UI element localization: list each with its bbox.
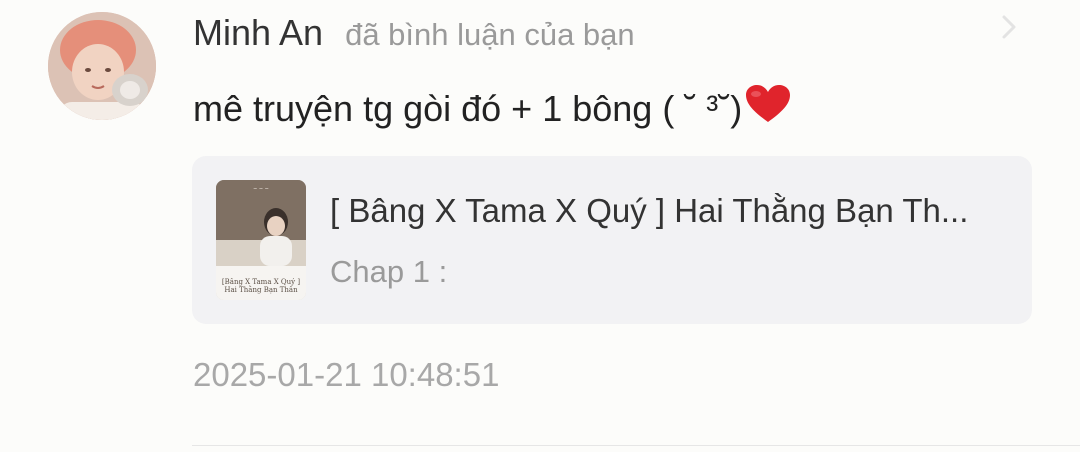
comment-body: mê truyện tg gòi đó + 1 bông ( ˘ ³˘) bbox=[193, 84, 792, 133]
comment-text: mê truyện tg gòi đó + 1 bông ( ˘ ³˘) bbox=[193, 88, 743, 129]
cover-caption: [Bâng X Tama X Quý ] Hai Thằng Bạn Thân bbox=[221, 278, 301, 294]
comment-notification[interactable]: Minh An đã bình luận của bạn mê truyện t… bbox=[0, 0, 1080, 452]
chevron-right-icon[interactable] bbox=[996, 14, 1022, 40]
divider bbox=[192, 445, 1080, 446]
profile-photo-icon bbox=[48, 12, 156, 120]
action-text: đã bình luận của bạn bbox=[345, 17, 635, 52]
svg-text:~ ~ ~: ~ ~ ~ bbox=[253, 186, 269, 192]
chapter-label: Chap 1 : bbox=[330, 254, 448, 289]
heart-emoji-icon bbox=[744, 84, 792, 133]
timestamp: 2025-01-21 10:48:51 bbox=[193, 356, 500, 393]
story-card[interactable]: ~ ~ ~ [Bâng X Tama X Quý ] Hai Thằng Bạn… bbox=[192, 156, 1032, 324]
notification-header: Minh An đã bình luận của bạn bbox=[193, 12, 635, 54]
story-cover: ~ ~ ~ [Bâng X Tama X Quý ] Hai Thằng Bạn… bbox=[216, 180, 306, 300]
user-avatar[interactable] bbox=[48, 12, 156, 120]
story-title: [ Bâng X Tama X Quý ] Hai Thằng Bạn Th..… bbox=[330, 192, 969, 229]
username[interactable]: Minh An bbox=[193, 12, 323, 54]
